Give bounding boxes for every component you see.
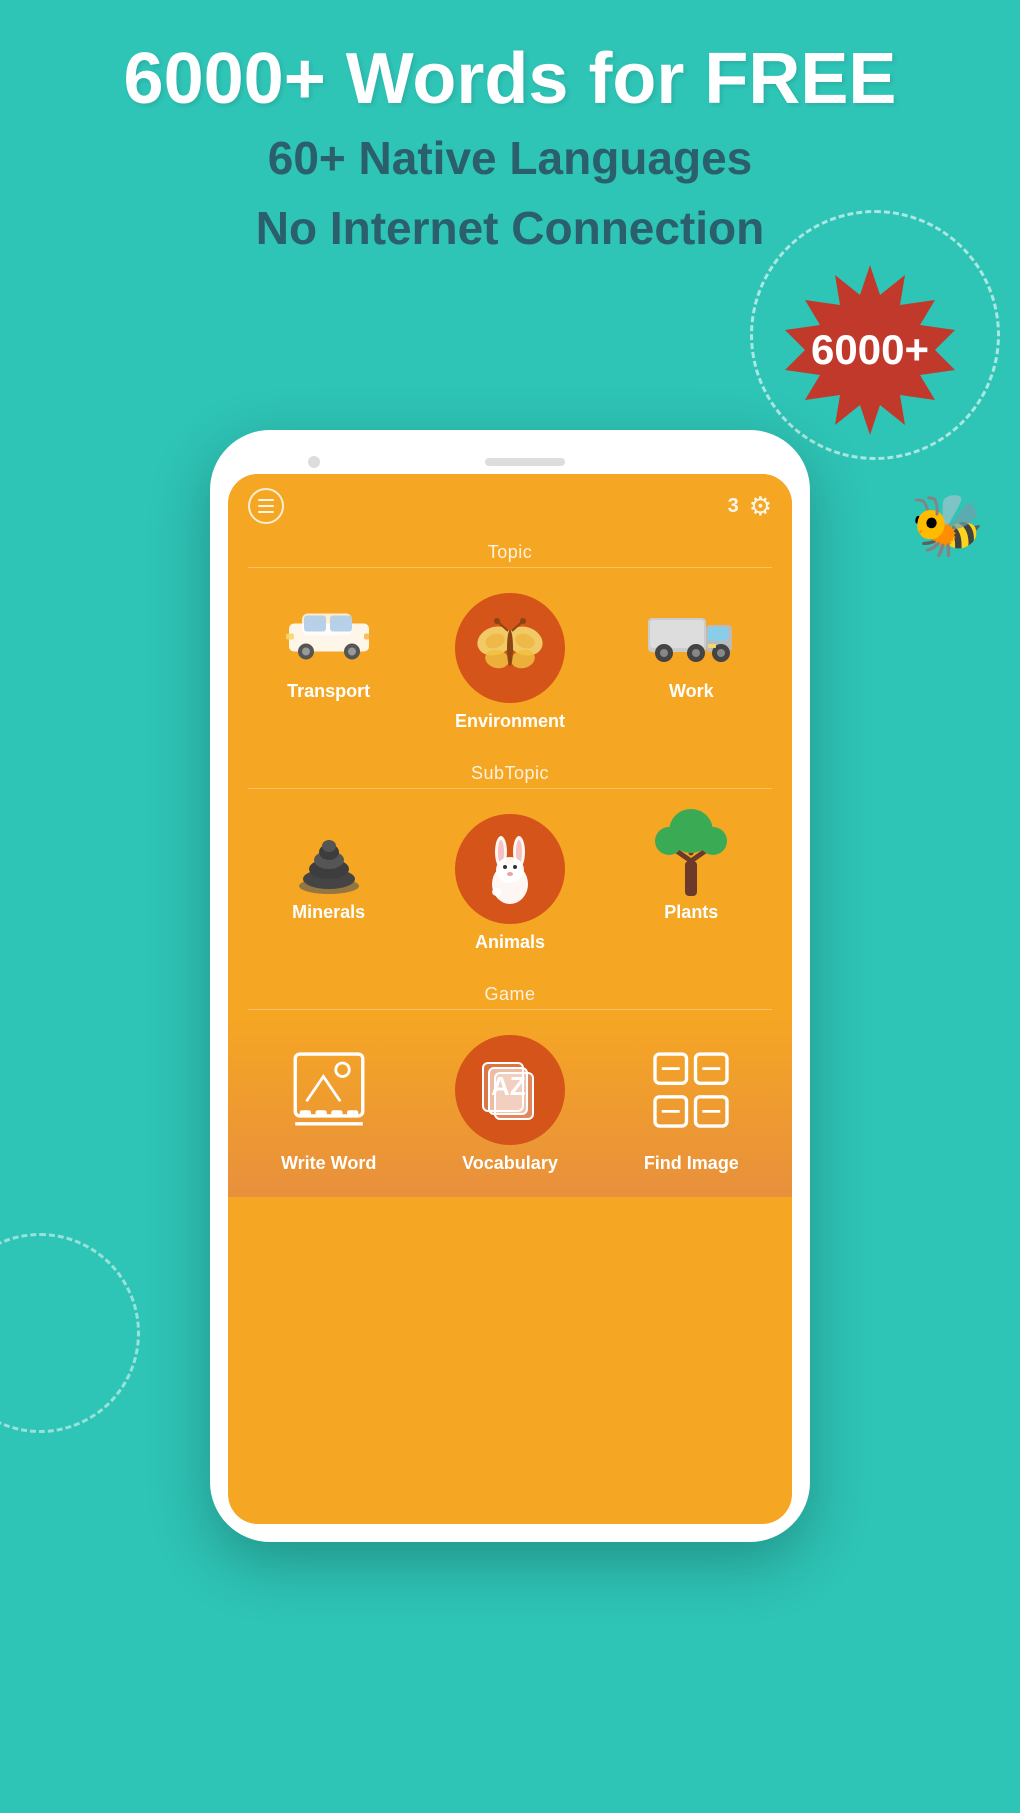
animals-label: Animals [475,932,545,953]
header-section: 6000+ Words for FREE 60+ Native Language… [0,40,1020,259]
divider-line-right [510,567,772,568]
vocabulary-icon-container: AZ [455,1035,565,1145]
bee-decoration: 🐝 [910,490,985,561]
badge-text: 6000+ [811,326,929,374]
word-count: 3 [728,495,739,518]
animals-icon-container [455,814,565,924]
minerals-icon-container [274,814,384,894]
write-word-icon-container [274,1035,384,1145]
phone-speaker [485,458,565,466]
dashed-arc-decoration [0,1233,140,1433]
divider-line-left [248,1009,510,1010]
subtopic-item-plants[interactable]: Plants [601,804,782,961]
game-divider [228,1009,792,1010]
topic-item-transport[interactable]: Transport [238,583,419,740]
divider-line-left [248,567,510,568]
svg-text:AZ: AZ [491,1071,526,1101]
divider-line-right [510,1009,772,1010]
vocabulary-label: Vocabulary [462,1153,558,1174]
hamburger-line [258,511,274,513]
divider-line-left [248,788,510,789]
subtopic-grid: Minerals [228,794,792,976]
phone-screen: 3 ⚙ Topic [228,474,792,1524]
phone-outer: 3 ⚙ Topic [210,430,810,1542]
divider-line-right [510,788,772,789]
settings-icon[interactable]: ⚙ [749,491,772,522]
game-item-find-image[interactable]: Find Image [601,1025,782,1182]
header-subtitle2: No Internet Connection [0,199,1020,259]
badge-6000: 6000+ [780,260,960,440]
hamburger-line [258,505,274,507]
environment-label: Environment [455,711,565,732]
subtopic-item-minerals[interactable]: Minerals [238,804,419,961]
tree-icon [651,809,731,899]
truck-icon [646,603,736,663]
rabbit-icon [475,834,545,904]
subtopic-item-animals[interactable]: Animals [419,804,600,961]
topic-item-environment[interactable]: Environment [419,583,600,740]
stones-icon [289,814,369,894]
transport-label: Transport [287,681,370,702]
game-item-vocabulary[interactable]: AZ Vocabulary [419,1025,600,1182]
plants-label: Plants [664,902,718,923]
topic-item-work[interactable]: Work [601,583,782,740]
app-bar-right: 3 ⚙ [728,491,772,522]
app-bar: 3 ⚙ [228,474,792,534]
vocabulary-icon: AZ [475,1055,545,1125]
hamburger-button[interactable] [248,488,284,524]
phone-camera [308,456,320,468]
subtopic-divider [228,788,792,789]
find-image-label: Find Image [644,1153,739,1174]
environment-icon-container [455,593,565,703]
write-word-icon [284,1045,374,1135]
plants-icon-container [636,814,746,894]
header-subtitle1: 60+ Native Languages [0,129,1020,189]
minerals-label: Minerals [292,902,365,923]
subtopic-section-label: SubTopic [228,755,792,788]
hamburger-line [258,499,274,501]
car-icon [284,603,374,663]
transport-icon-container [274,593,384,673]
game-item-write-word[interactable]: Write Word [238,1025,419,1182]
butterfly-icon [475,613,545,683]
phone-notch [228,448,792,474]
game-section-label: Game [228,976,792,1009]
topic-grid: Transport [228,573,792,755]
topic-section-label: Topic [228,534,792,567]
find-image-icon [646,1045,736,1135]
topic-divider [228,567,792,568]
phone-mockup: 3 ⚙ Topic [210,430,810,1542]
work-icon-container [636,593,746,673]
write-word-label: Write Word [281,1153,376,1174]
find-image-icon-container [636,1035,746,1145]
header-title: 6000+ Words for FREE [0,40,1020,119]
work-label: Work [669,681,714,702]
game-grid: Write Word AZ Vocabulary [228,1015,792,1197]
